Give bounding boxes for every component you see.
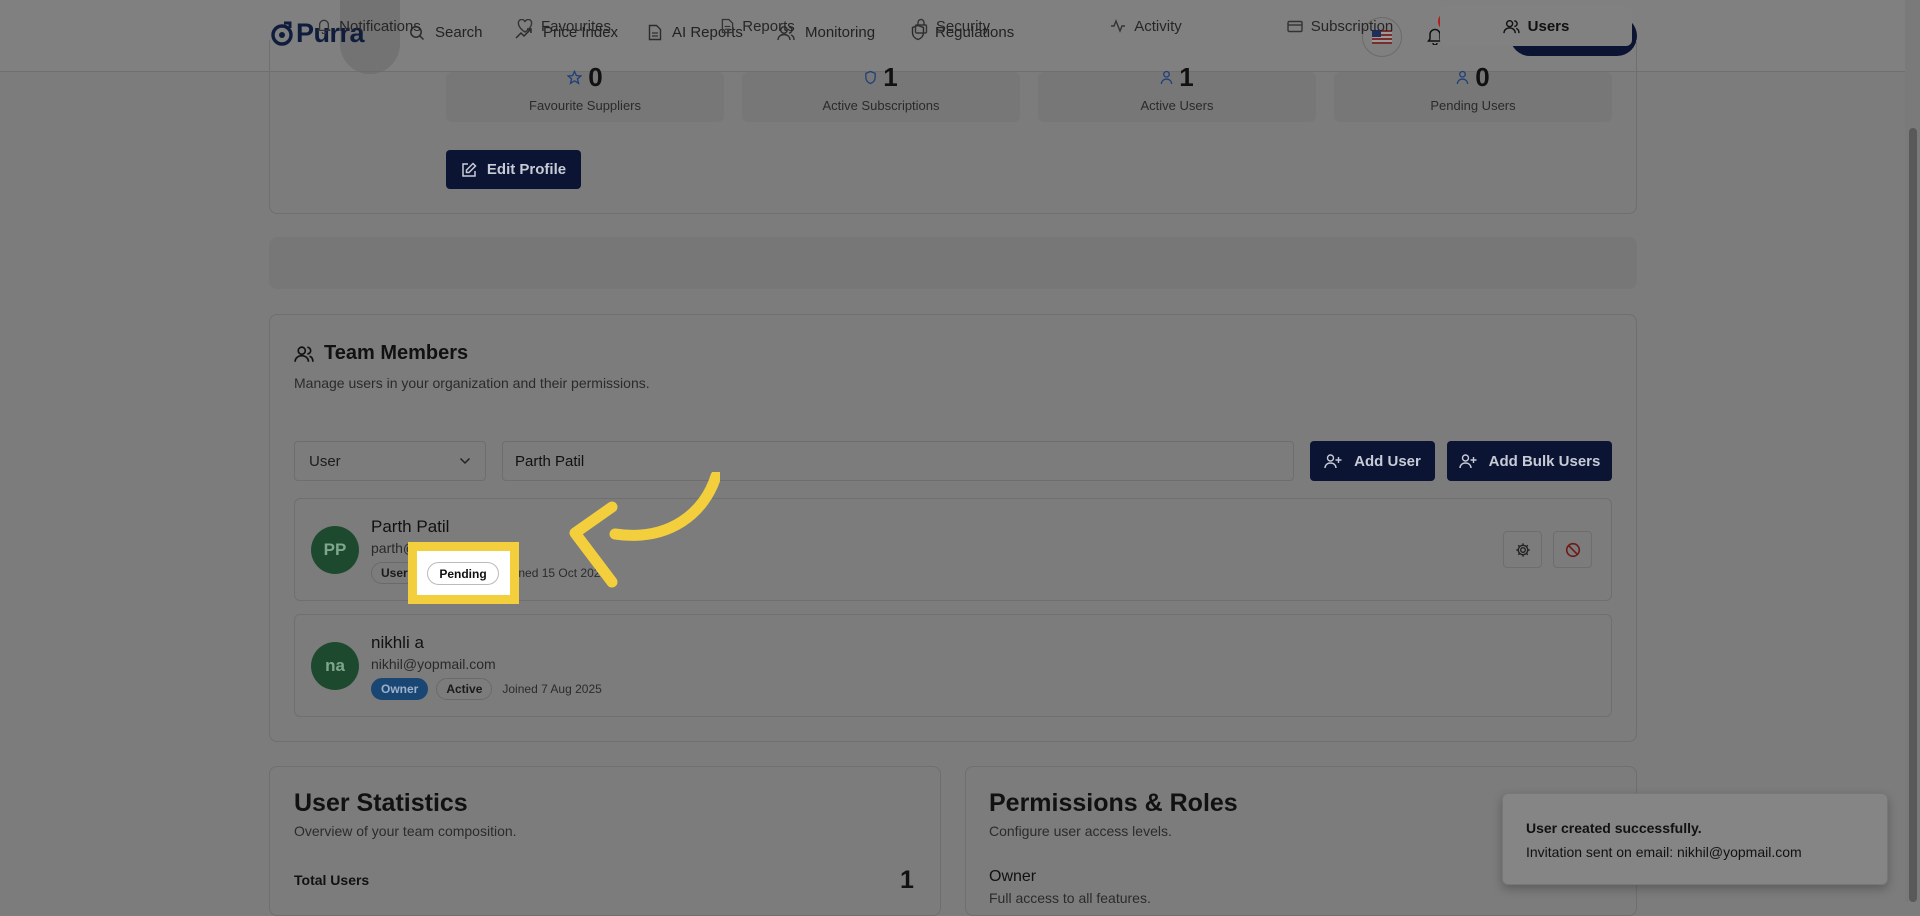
permissions-subtitle: Configure user access levels. bbox=[989, 823, 1172, 839]
avatar: PP bbox=[311, 526, 359, 574]
chevron-down-icon bbox=[459, 457, 471, 465]
member-email: nikhil@yopmail.com bbox=[371, 656, 496, 672]
star-icon bbox=[567, 70, 583, 85]
scrollbar-thumb[interactable] bbox=[1909, 128, 1917, 902]
heart-icon bbox=[517, 19, 533, 33]
tab-notifications-label: Notifications bbox=[339, 17, 421, 35]
member-ban-button[interactable] bbox=[1553, 531, 1592, 568]
stat-pending-users-label: Pending Users bbox=[1430, 98, 1516, 113]
avatar: na bbox=[311, 642, 359, 690]
team-members-title: Team Members bbox=[294, 342, 468, 365]
toast-message: Invitation sent on email: nikhil@yopmail… bbox=[1526, 844, 1802, 860]
role-badge: Owner bbox=[371, 678, 429, 700]
stat-active-subscriptions: 1 Active Subscriptions bbox=[742, 62, 1020, 122]
add-bulk-users-button[interactable]: Add Bulk Users bbox=[1447, 441, 1612, 481]
tab-notifications[interactable]: Notifications bbox=[274, 6, 464, 46]
tab-favourites-label: Favourites bbox=[540, 17, 612, 35]
stat-active-users-label: Active Users bbox=[1140, 98, 1214, 113]
document-icon bbox=[721, 18, 734, 34]
stat-pending-users-value: 0 bbox=[1475, 62, 1490, 92]
gear-icon bbox=[1515, 542, 1530, 557]
joined-date: Joined 7 Aug 2025 bbox=[502, 682, 602, 696]
user-icon bbox=[1457, 70, 1469, 85]
activity-icon bbox=[1111, 19, 1126, 33]
role-filter-value: User bbox=[309, 452, 341, 470]
shield-icon bbox=[865, 70, 877, 85]
total-users-label: Total Users bbox=[294, 872, 370, 888]
pending-status-badge-highlighted: Pending bbox=[427, 562, 499, 585]
user-plus-icon bbox=[1324, 454, 1342, 469]
tab-activity-label: Activity bbox=[1134, 17, 1182, 35]
tab-activity[interactable]: Activity bbox=[1052, 6, 1240, 46]
add-user-label: Add User bbox=[1354, 452, 1421, 470]
tab-users-label: Users bbox=[1527, 17, 1570, 35]
tab-subscription-label: Subscription bbox=[1310, 17, 1394, 35]
stat-active-subscriptions-value: 1 bbox=[883, 62, 898, 92]
user-statistics-title: User Statistics bbox=[294, 789, 468, 817]
edit-icon bbox=[462, 161, 477, 177]
member-settings-button[interactable] bbox=[1503, 531, 1542, 568]
stat-favourite-suppliers: 0 Favourite Suppliers bbox=[446, 62, 724, 122]
tab-reports[interactable]: Reports bbox=[664, 6, 852, 46]
team-members-title-text: Team Members bbox=[324, 342, 469, 364]
pointer-arrow-icon bbox=[569, 472, 720, 588]
users-icon bbox=[1502, 19, 1520, 33]
tab-favourites[interactable]: Favourites bbox=[464, 6, 664, 46]
stat-active-users: 1 Active Users bbox=[1038, 62, 1316, 122]
tab-users[interactable]: Users bbox=[1440, 6, 1632, 46]
success-toast[interactable]: User created successfully. Invitation se… bbox=[1502, 793, 1888, 885]
list-item: na nikhli a nikhil@yopmail.com Owner Act… bbox=[294, 614, 1612, 717]
edit-profile-button[interactable]: Edit Profile bbox=[446, 150, 581, 189]
status-badge: Active bbox=[436, 678, 493, 700]
stat-pending-users: 0 Pending Users bbox=[1334, 62, 1612, 122]
credit-card-icon bbox=[1287, 20, 1303, 32]
stat-active-subscriptions-label: Active Subscriptions bbox=[822, 98, 940, 113]
owner-role-description: Full access to all features. bbox=[989, 890, 1151, 906]
users-icon bbox=[294, 345, 314, 362]
toast-title: User created successfully. bbox=[1526, 820, 1702, 836]
role-filter-select[interactable]: User bbox=[294, 441, 486, 481]
tab-subscription[interactable]: Subscription bbox=[1240, 6, 1440, 46]
ban-icon bbox=[1565, 542, 1580, 557]
profile-tabs bbox=[269, 237, 1637, 289]
tab-reports-label: Reports bbox=[742, 17, 795, 35]
owner-role-label: Owner bbox=[989, 868, 1037, 885]
lock-icon bbox=[914, 18, 928, 34]
add-bulk-users-label: Add Bulk Users bbox=[1488, 452, 1601, 470]
member-name: Parth Patil bbox=[371, 517, 450, 536]
permissions-title: Permissions & Roles bbox=[989, 789, 1238, 817]
tab-security-label: Security bbox=[935, 17, 991, 35]
member-badges: Owner Active Joined 7 Aug 2025 bbox=[371, 678, 602, 700]
stat-active-users-value: 1 bbox=[1179, 62, 1194, 92]
add-user-button[interactable]: Add User bbox=[1310, 441, 1435, 481]
team-members-subtitle: Manage users in your organization and th… bbox=[294, 375, 650, 391]
tab-security[interactable]: Security bbox=[852, 6, 1052, 46]
edit-profile-label: Edit Profile bbox=[486, 161, 567, 178]
bell-icon bbox=[317, 19, 332, 34]
user-statistics-subtitle: Overview of your team composition. bbox=[294, 823, 517, 839]
user-icon bbox=[1161, 70, 1173, 85]
stat-favourite-suppliers-value: 0 bbox=[588, 62, 603, 92]
member-name: nikhli a bbox=[371, 633, 424, 652]
total-users-value: 1 bbox=[900, 866, 914, 894]
stat-favourite-suppliers-label: Favourite Suppliers bbox=[529, 98, 641, 113]
user-plus-icon bbox=[1458, 454, 1477, 469]
